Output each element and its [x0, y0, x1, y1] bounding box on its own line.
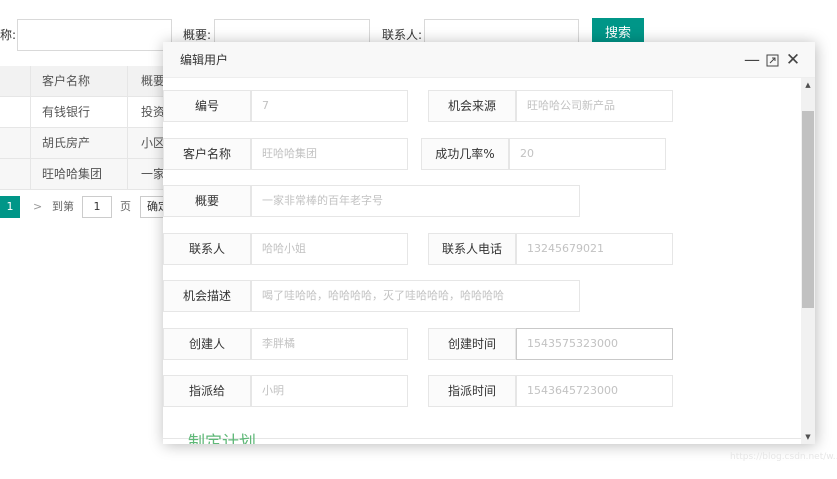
current-page-button[interactable]: 1 — [0, 196, 20, 218]
assigned-time-input[interactable]: 1543645723000 — [516, 375, 673, 407]
summary-input[interactable]: 一家非常棒的百年老字号 — [251, 185, 580, 217]
maximize-icon[interactable] — [763, 42, 781, 78]
contact-phone-input[interactable]: 13245679021 — [516, 233, 673, 265]
contact-input[interactable]: 哈哈小姐 — [251, 233, 408, 265]
customer-name-search-label: 称: — [0, 28, 17, 42]
customer-name-cell: 旺哈哈集团 — [31, 159, 128, 189]
id-input[interactable]: 7 — [251, 90, 408, 122]
assigned-time-label: 指派时间 — [428, 375, 516, 407]
assignee-input[interactable]: 小明 — [251, 375, 408, 407]
id-label: 编号 — [163, 90, 251, 122]
close-icon[interactable]: ✕ — [784, 42, 802, 78]
creator-label: 创建人 — [163, 328, 251, 360]
creator-input[interactable]: 李胖橘 — [251, 328, 408, 360]
minimize-icon[interactable]: — — [743, 42, 761, 78]
next-page-button[interactable]: > — [33, 196, 42, 218]
contact-search-label: 联系人: — [382, 28, 423, 42]
customer-name-cell: 胡氏房产 — [31, 128, 128, 158]
success-rate-label: 成功几率% — [421, 138, 509, 170]
description-input[interactable]: 喝了哇哈哈，哈哈哈哈，灭了哇哈哈哈，哈哈哈哈 — [251, 280, 580, 312]
checkbox-column-header — [0, 66, 31, 96]
dialog-body: 编号 7 机会来源 旺哈哈公司新产品 客户名称 旺哈哈集团 成功几率% 20 概… — [163, 78, 801, 444]
customer-name-search-input[interactable] — [17, 19, 172, 51]
summary-search-label: 概要: — [183, 28, 212, 42]
created-time-input[interactable]: 1543575323000 — [516, 328, 673, 360]
pagination: 1 > 到第 1 页 确定 — [0, 196, 190, 218]
source-label: 机会来源 — [428, 90, 516, 122]
contact-label: 联系人 — [163, 233, 251, 265]
plan-section-title: 制定计划 — [188, 433, 256, 444]
dialog-header: 编辑用户 — ✕ — [163, 42, 815, 78]
customer-table: 客户名称 概要 有钱银行 投资 胡氏房产 小区 旺哈哈集团 一家 — [0, 66, 190, 190]
success-rate-input[interactable]: 20 — [509, 138, 666, 170]
assignee-label: 指派给 — [163, 375, 251, 407]
watermark: https://blog.csdn.net/w..._42 — [730, 452, 837, 462]
customer-name-cell: 有钱银行 — [31, 97, 128, 127]
edit-user-dialog: 编辑用户 — ✕ 编号 7 机会来源 旺哈哈公司新产品 客户名称 旺哈哈集团 成… — [163, 42, 815, 444]
row-checkbox-cell — [0, 159, 31, 189]
table-row[interactable]: 有钱银行 投资 — [0, 97, 190, 128]
row-checkbox-cell — [0, 128, 31, 158]
table-row[interactable]: 旺哈哈集团 一家 — [0, 159, 190, 190]
scroll-thumb[interactable] — [802, 111, 814, 308]
scroll-down-arrow-icon[interactable]: ▼ — [801, 430, 815, 444]
maximize-icon-glyph — [766, 54, 778, 66]
contact-phone-label: 联系人电话 — [428, 233, 516, 265]
summary-label: 概要 — [163, 185, 251, 217]
customer-name-input[interactable]: 旺哈哈集团 — [251, 138, 408, 170]
table-header-row: 客户名称 概要 — [0, 66, 190, 97]
row-checkbox-cell — [0, 97, 31, 127]
dialog-title: 编辑用户 — [180, 53, 229, 67]
section-divider — [163, 438, 801, 439]
customer-name-label: 客户名称 — [163, 138, 251, 170]
page-unit-label: 页 — [120, 200, 131, 213]
column-header-customer-name: 客户名称 — [31, 66, 128, 96]
page-number-input[interactable]: 1 — [82, 196, 112, 218]
created-time-label: 创建时间 — [428, 328, 516, 360]
description-label: 机会描述 — [163, 280, 251, 312]
source-input[interactable]: 旺哈哈公司新产品 — [516, 90, 673, 122]
table-row[interactable]: 胡氏房产 小区 — [0, 128, 190, 159]
scroll-up-arrow-icon[interactable]: ▲ — [801, 78, 815, 92]
dialog-scrollbar[interactable]: ▲ ▼ — [801, 78, 815, 444]
goto-page-label: 到第 — [52, 200, 74, 213]
